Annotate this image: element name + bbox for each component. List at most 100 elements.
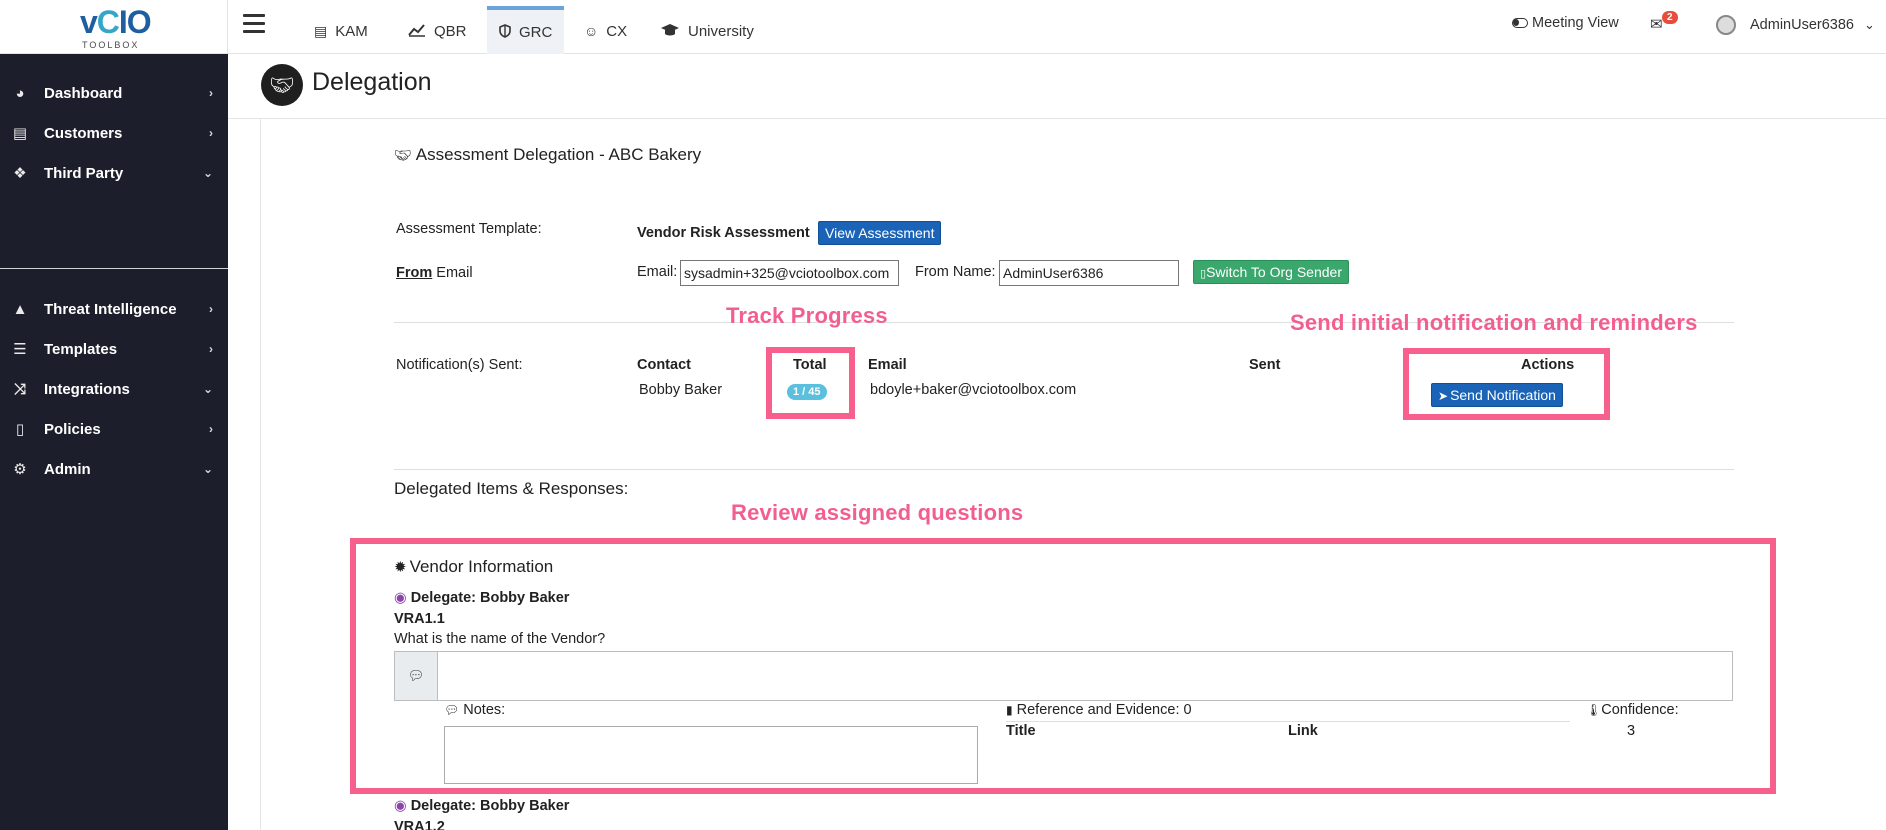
section-title: ✹ Vendor Information: [394, 557, 554, 576]
user-circle-icon: ◉: [394, 590, 407, 606]
shield-icon: [499, 23, 511, 41]
sidebar: ◕ Dashboard › ▤ Customers › ❖ Third Part…: [0, 54, 228, 830]
sidebar-item-integrations[interactable]: ⤨ Integrations ⌄: [0, 371, 228, 407]
file-icon: ▮: [1006, 703, 1013, 717]
question-text: What is the name of the Vendor?: [394, 631, 606, 647]
mail-count-badge: 2: [1662, 11, 1678, 24]
view-assessment-button[interactable]: View Assessment: [818, 221, 942, 245]
contact-name: Bobby Baker: [639, 382, 723, 398]
thermometer-icon: 🌡︎: [1586, 703, 1602, 717]
mail-button[interactable]: ✉: [1650, 15, 1663, 33]
chevron-right-icon: ›: [209, 302, 213, 316]
sidebar-item-label: Customers: [44, 124, 123, 142]
sidebar-divider: [0, 268, 228, 269]
highlight-box-actions: [1403, 348, 1610, 420]
menu-toggle-icon[interactable]: [243, 14, 265, 34]
chevron-down-icon: ⌄: [1863, 17, 1875, 32]
confidence-value: 3: [1627, 723, 1636, 739]
address-card-icon: ▤: [12, 125, 28, 142]
meeting-view-label: Meeting View: [1532, 15, 1619, 31]
sidebar-item-label: Policies: [44, 420, 101, 438]
chevron-right-icon: ›: [209, 422, 213, 436]
tab-label: CX: [606, 22, 628, 40]
notes-textarea[interactable]: [444, 726, 978, 784]
line-chart-icon: [408, 23, 426, 40]
list-icon: ☰: [13, 341, 27, 358]
cogs-icon: ⚙: [13, 461, 27, 478]
tab-label: University: [688, 22, 754, 40]
tab-qbr[interactable]: QBR: [396, 8, 479, 54]
comment-icon: 💬︎: [444, 703, 460, 717]
sidebar-item-templates[interactable]: ☰ Templates ›: [0, 331, 228, 367]
chevron-down-icon: ⌄: [202, 462, 213, 476]
chevron-right-icon: ›: [209, 342, 213, 356]
page-title: Delegation: [312, 68, 432, 96]
annotation-send-notification: Send initial notification and reminders: [1290, 310, 1698, 335]
cubes-icon: ❖: [13, 165, 27, 182]
id-card-icon: ▤: [314, 22, 328, 39]
answer-field[interactable]: 💬︎: [394, 651, 1733, 701]
from-name-input[interactable]: [999, 260, 1179, 286]
notes-label: 💬︎ Notes:: [444, 702, 506, 718]
reference-title-col: Title: [1006, 723, 1036, 739]
delegate-name: ◉ Delegate: Bobby Baker: [394, 798, 570, 814]
notifications-label: Notification(s) Sent:: [396, 357, 523, 373]
sidebar-item-third-party[interactable]: ❖ Third Party ⌄: [0, 155, 228, 191]
divider: [1006, 721, 1570, 722]
col-email: Email: [868, 357, 907, 373]
avatar: [1716, 15, 1736, 35]
chevron-right-icon: ›: [209, 126, 213, 140]
chevron-right-icon: ›: [209, 86, 213, 100]
chevron-down-icon: ⌄: [202, 166, 213, 180]
warning-icon: ▲: [12, 300, 28, 318]
sidebar-item-label: Threat Intelligence: [44, 300, 177, 318]
switch-to-org-sender-button[interactable]: ▯Switch To Org Sender: [1193, 260, 1349, 284]
shuffle-icon: ⤨: [13, 380, 26, 398]
meeting-view-toggle[interactable]: Meeting View: [1512, 15, 1619, 31]
toggle-icon: [1512, 18, 1528, 28]
graduation-cap-icon: [660, 23, 680, 40]
sidebar-item-label: Templates: [44, 340, 118, 358]
from-email-input[interactable]: [680, 260, 899, 286]
sidebar-item-customers[interactable]: ▤ Customers ›: [0, 115, 228, 151]
tab-kam[interactable]: ▤ KAM: [302, 8, 380, 54]
handshake-icon: 🤝︎: [261, 64, 303, 106]
from-email-label: From Email: [396, 265, 473, 281]
tab-label: QBR: [434, 22, 467, 40]
sidebar-item-label: Integrations: [44, 380, 130, 398]
user-circle-icon: ◉: [394, 798, 407, 814]
tab-cx[interactable]: ☺ CX: [572, 8, 639, 54]
sidebar-item-admin[interactable]: ⚙ Admin ⌄: [0, 451, 228, 487]
logo-text: vCIO: [80, 4, 152, 40]
envelope-icon: ✉: [1650, 16, 1663, 33]
sidebar-item-policies[interactable]: ▯ Policies ›: [0, 411, 228, 447]
file-icon: ▯: [15, 421, 25, 438]
dashboard-icon: ◕: [15, 84, 25, 102]
contact-email: bdoyle+baker@vciotoolbox.com: [870, 382, 1077, 398]
delegated-heading: Delegated Items & Responses:: [394, 479, 629, 498]
annotation-review-questions: Review assigned questions: [731, 500, 1024, 525]
comment-icon: 💬︎: [395, 652, 438, 700]
confidence-label: 🌡︎Confidence:: [1586, 702, 1679, 718]
logo[interactable]: vCIO TOOLBOX: [0, 0, 228, 54]
logo-subtext: TOOLBOX: [82, 40, 140, 50]
reference-label: ▮ Reference and Evidence: 0: [1006, 702, 1192, 718]
assessment-heading: 🤝︎ Assessment Delegation - ABC Bakery: [394, 145, 702, 164]
smile-icon: ☺: [584, 23, 599, 39]
sidebar-item-dashboard[interactable]: ◕ Dashboard ›: [0, 75, 228, 111]
tab-grc[interactable]: GRC: [487, 6, 565, 54]
top-bar: vCIO TOOLBOX ▤ KAM QBR GRC ☺ CX Universi…: [0, 0, 1886, 54]
sidebar-item-label: Third Party: [44, 164, 124, 182]
sidebar-item-threat-intelligence[interactable]: ▲ Threat Intelligence ›: [0, 291, 228, 327]
tab-university[interactable]: University: [648, 8, 766, 54]
divider: [394, 469, 1734, 470]
highlight-box-total: [766, 347, 855, 419]
col-sent: Sent: [1249, 357, 1281, 373]
sidebar-item-label: Dashboard: [44, 84, 123, 102]
cog-icon: ✹: [394, 559, 407, 576]
annotation-track-progress: Track Progress: [726, 303, 888, 328]
user-menu[interactable]: AdminUser6386 ⌄: [1716, 15, 1875, 35]
email-label: Email:: [637, 264, 678, 280]
handshake-icon: 🤝︎: [394, 147, 412, 163]
tab-label: GRC: [519, 23, 553, 41]
